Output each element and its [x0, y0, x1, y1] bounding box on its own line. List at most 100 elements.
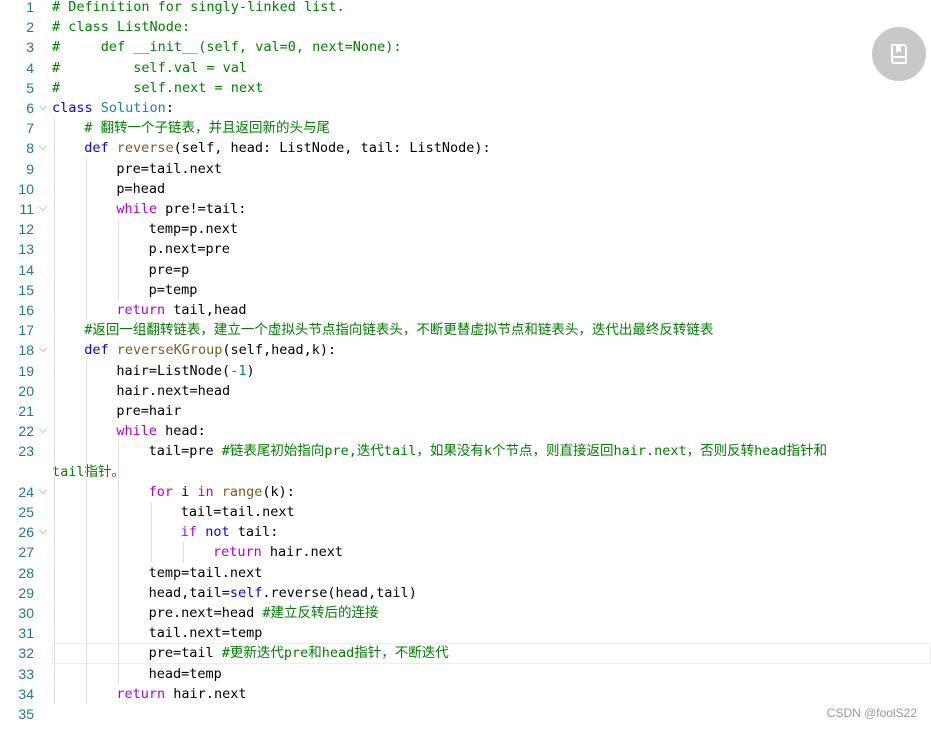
- code-text: # Definition for singly-linked list.: [52, 0, 345, 17]
- code-line[interactable]: 26 if not tail:: [0, 522, 931, 542]
- line-number: 18: [18, 342, 34, 359]
- line-number: 1: [26, 0, 34, 15]
- line-number: 17: [18, 322, 34, 339]
- code-line[interactable]: 19 hair=ListNode(-1): [0, 361, 931, 381]
- code-line[interactable]: 10 p=head: [0, 179, 931, 199]
- code-token: return: [116, 302, 166, 318]
- code-token: ): [246, 362, 255, 379]
- code-line[interactable]: 24 for i in range(k):: [0, 482, 931, 502]
- code-line[interactable]: 33 head=temp: [0, 664, 931, 684]
- code-line[interactable]: 34 return hair.next: [0, 684, 931, 704]
- line-number: 10: [18, 180, 34, 197]
- code-text: while head:: [116, 421, 205, 441]
- code-text: def reverse(self, head: ListNode, tail: …: [84, 138, 490, 158]
- line-number: 7: [26, 120, 34, 137]
- line-number: 35: [18, 706, 34, 722]
- code-line[interactable]: 31 tail.next=temp: [0, 623, 931, 643]
- code-line[interactable]: 25 tail=tail.next: [0, 502, 931, 522]
- line-number: 34: [18, 685, 34, 702]
- code-line[interactable]: 30 pre.next=head #建立反转后的连接: [0, 603, 931, 623]
- code-token: not: [205, 524, 230, 541]
- code-line[interactable]: 14 pre=p: [0, 260, 931, 280]
- line-number: 6: [26, 100, 34, 116]
- code-line[interactable]: 27 return hair.next: [0, 542, 931, 562]
- code-text: head,tail=self.reverse(head,tail): [149, 583, 417, 603]
- code-text: for i in range(k):: [149, 482, 295, 502]
- code-editor[interactable]: 1 # Definition for singly-linked list. 2 # …: [0, 0, 931, 729]
- line-number: 5: [26, 79, 34, 96]
- code-line[interactable]: 32 pre=tail #更新迭代pre和head指针，不断迭代: [0, 643, 931, 663]
- reading-mode-button[interactable]: [872, 27, 926, 81]
- code-token: return: [116, 685, 166, 702]
- code-token: # class ListNode:: [52, 19, 191, 36]
- code-text: p=temp: [149, 280, 198, 300]
- code-line[interactable]: 12 temp=p.next: [0, 219, 931, 239]
- code-text: pre.next=head #建立反转后的连接: [149, 603, 379, 623]
- fold-chevron-icon[interactable]: [40, 143, 46, 149]
- line-number: 3: [26, 39, 34, 56]
- code-line[interactable]: 22 while head:: [0, 421, 931, 441]
- code-line[interactable]: 6 class Solution:: [0, 98, 931, 118]
- fold-chevron-icon[interactable]: [40, 103, 46, 109]
- line-number: 14: [18, 261, 34, 278]
- code-line[interactable]: 9 pre=tail.next: [0, 159, 931, 179]
- indent-guide: [118, 441, 120, 684]
- code-line[interactable]: 29 head,tail=self.reverse(head,tail): [0, 583, 931, 603]
- code-text: p.next=pre: [149, 239, 230, 259]
- code-line[interactable]: 17 #返回一组翻转链表，建立一个虚拟头节点指向链表头，不断更替虚拟节点和链表头，…: [0, 320, 931, 340]
- code-line-wrap[interactable]: tail指针。: [0, 462, 931, 482]
- code-line[interactable]: 21 pre=hair: [0, 401, 931, 421]
- fold-chevron-icon[interactable]: [40, 527, 46, 533]
- code-token: tail指针。: [52, 463, 126, 480]
- line-number: 12: [18, 221, 34, 238]
- code-token: head=temp: [148, 665, 222, 682]
- fold-chevron-icon[interactable]: [40, 204, 46, 210]
- code-text: # def __init__(self, val=0, next=None):: [52, 37, 402, 57]
- code-line[interactable]: 20 hair.next=head: [0, 381, 931, 401]
- code-token: tail:: [229, 524, 279, 541]
- indent-guide: [150, 502, 152, 563]
- code-token: range: [221, 483, 263, 500]
- fold-chevron-icon[interactable]: [40, 345, 46, 351]
- code-token: hair.next: [261, 544, 344, 561]
- line-number: 32: [18, 645, 34, 662]
- code-line[interactable]: 3 # def __init__(self, val=0, next=None):: [0, 37, 931, 57]
- code-line[interactable]: 23 tail=pre #链表尾初始指向pre,迭代tail，如果没有k个节点，则…: [0, 441, 931, 461]
- code-line[interactable]: 28 temp=tail.next: [0, 563, 931, 583]
- code-token: (self, head: ListNode, tail: ListNode):: [173, 140, 491, 157]
- code-text: hair.next=head: [116, 381, 230, 401]
- code-line[interactable]: 11 while pre!=tail:: [0, 199, 931, 219]
- code-line[interactable]: 1 # Definition for singly-linked list.: [0, 0, 931, 17]
- code-token: hair=ListNode(: [116, 362, 231, 379]
- code-line[interactable]: 7 # 翻转一个子链表，并且返回新的头与尾: [0, 118, 931, 138]
- code-text: head=temp: [149, 664, 222, 684]
- code-token: # self.val = val: [52, 59, 248, 76]
- code-line[interactable]: 16 return tail,head: [0, 300, 931, 320]
- line-number: 31: [18, 625, 34, 642]
- code-line[interactable]: 15 p=temp: [0, 280, 931, 300]
- line-number: 11: [19, 201, 34, 217]
- code-line[interactable]: 18 def reverseKGroup(self,head,k):: [0, 340, 931, 360]
- code-token: pre.next=head: [148, 605, 263, 621]
- code-token: tail,head: [165, 302, 247, 318]
- fold-chevron-icon[interactable]: [40, 426, 46, 432]
- code-text: pre=tail.next: [116, 159, 222, 179]
- code-text: # self.next = next: [52, 78, 263, 98]
- code-line[interactable]: 2 # class ListNode:: [0, 17, 931, 37]
- line-number: 2: [26, 19, 34, 36]
- code-token: pre=tail: [148, 645, 222, 662]
- code-text: tail=pre #链表尾初始指向pre,迭代tail，如果没有k个节点，则直接…: [149, 441, 828, 461]
- fold-chevron-icon[interactable]: [40, 487, 46, 493]
- line-number: 23: [18, 443, 34, 460]
- code-line[interactable]: 4 # self.val = val: [0, 58, 931, 78]
- code-line[interactable]: 13 p.next=pre: [0, 239, 931, 259]
- line-number: 33: [18, 665, 34, 682]
- code-token: :: [165, 100, 174, 116]
- line-number: 13: [18, 241, 34, 258]
- code-line[interactable]: 35: [0, 704, 931, 724]
- code-line[interactable]: 5 # self.next = next: [0, 78, 931, 98]
- code-line[interactable]: 8 def reverse(self, head: ListNode, tail:…: [0, 138, 931, 158]
- indent-guide: [182, 542, 184, 563]
